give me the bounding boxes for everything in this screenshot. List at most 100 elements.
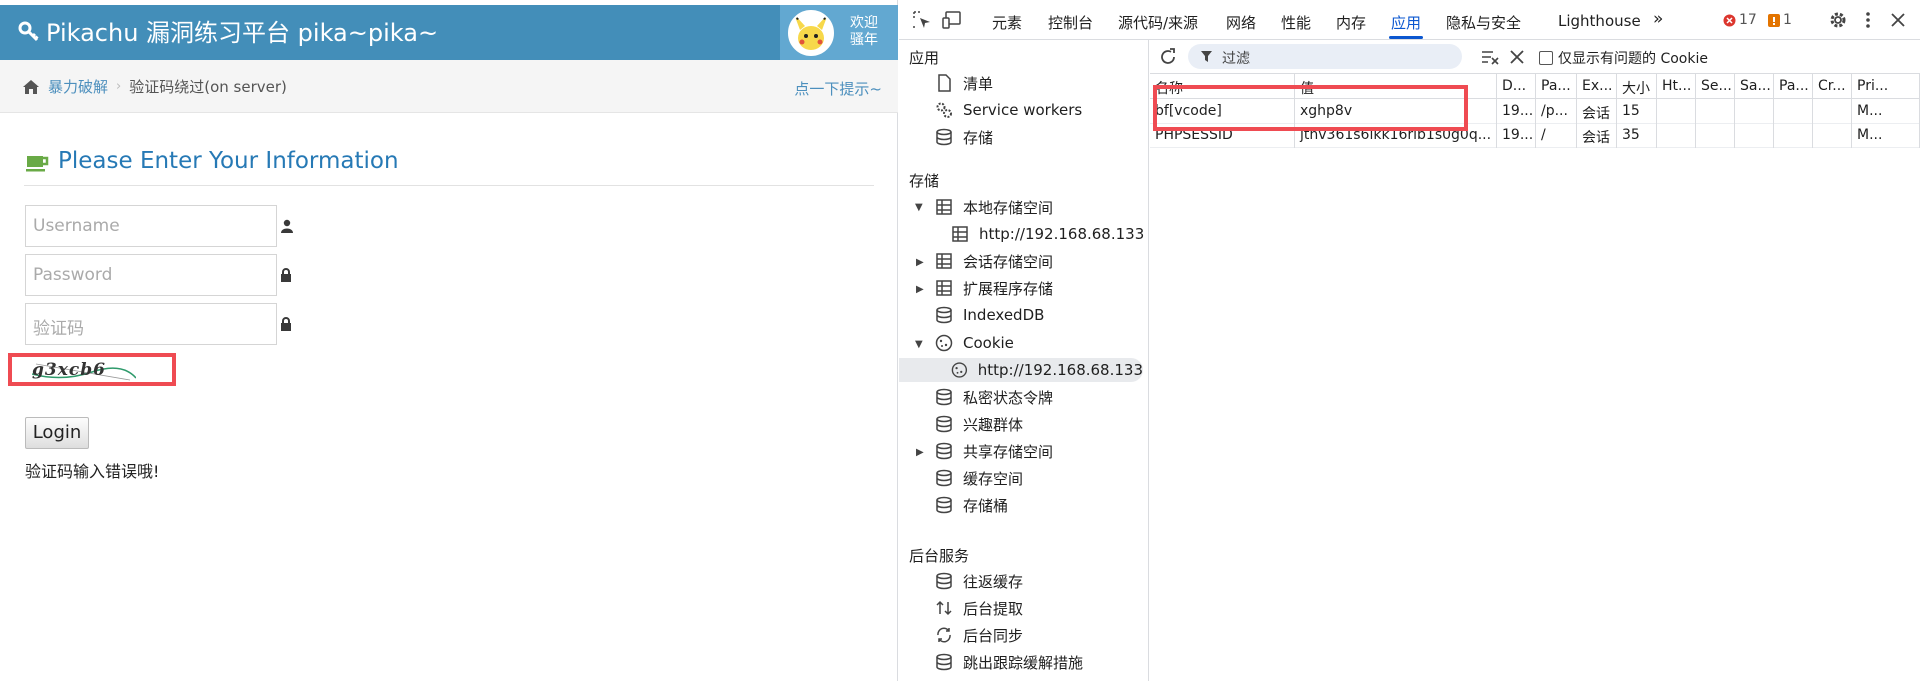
column-header-secure[interactable]: Se... xyxy=(1696,74,1735,99)
close-devtools-icon[interactable] xyxy=(1887,9,1909,31)
tab-elements[interactable]: 元素 xyxy=(992,12,1022,33)
sidebar-item-background-fetch[interactable]: 后台提取 xyxy=(935,596,1023,620)
filter-input[interactable]: 过滤 xyxy=(1188,44,1462,69)
sidebar-item-local-storage[interactable]: 本地存储空间 xyxy=(935,195,1053,219)
captcha-text: g3xcb6 xyxy=(32,360,106,380)
username-input[interactable]: Username xyxy=(25,205,277,247)
swap-arrows-icon xyxy=(936,600,952,616)
column-header-expires[interactable]: Ex... xyxy=(1577,74,1617,99)
brand[interactable]: Pikachu 漏洞练习平台 pika~pika~ xyxy=(18,13,438,48)
error-badge[interactable]: 17 xyxy=(1723,12,1757,28)
delete-selected-icon[interactable] xyxy=(1509,49,1525,65)
sidebar-item-interest-groups[interactable]: 兴趣群体 xyxy=(935,412,1023,436)
table-icon xyxy=(936,253,952,269)
page-header: Please Enter Your Information xyxy=(24,148,874,186)
column-header-path[interactable]: Pa... xyxy=(1536,74,1577,99)
sidebar-item-service-workers[interactable]: Service workers xyxy=(935,98,1082,122)
sidebar-item-bfcache[interactable]: 往返缓存 xyxy=(935,569,1023,593)
column-header-samesite[interactable]: Sa... xyxy=(1735,74,1774,99)
more-tabs-icon[interactable]: » xyxy=(1653,9,1663,29)
refresh-icon[interactable] xyxy=(1158,47,1178,67)
inspect-element-icon[interactable] xyxy=(911,9,933,31)
collapsed-arrow-icon[interactable]: ▶ xyxy=(916,284,924,295)
chevron-right-icon: › xyxy=(116,79,122,94)
tab-privacy-security[interactable]: 隐私与安全 xyxy=(1446,12,1521,33)
sidebar-item-label: 存储 xyxy=(963,128,994,147)
cell-secure xyxy=(1696,99,1735,124)
expanded-arrow-icon[interactable]: ▼ xyxy=(915,202,923,213)
sidebar-item-cache-storage[interactable]: 缓存空间 xyxy=(935,466,1023,490)
sidebar-item-bounce-tracking[interactable]: 跳出跟踪缓解措施 xyxy=(935,650,1083,674)
lock-icon xyxy=(281,317,291,331)
clear-filtered-icon[interactable] xyxy=(1480,48,1500,66)
expanded-arrow-icon[interactable]: ▼ xyxy=(915,339,923,350)
cell-size: 35 xyxy=(1617,123,1657,148)
device-toggle-icon[interactable] xyxy=(941,9,963,31)
checkbox[interactable] xyxy=(1539,51,1553,65)
sidebar-item-extension-storage[interactable]: 扩展程序存储 xyxy=(935,276,1053,300)
collapsed-arrow-icon[interactable]: ▶ xyxy=(916,257,924,268)
sidebar-item-label: http://192.168.68.133 xyxy=(977,361,1143,379)
settings-gear-icon[interactable] xyxy=(1827,9,1849,31)
password-input[interactable]: Password xyxy=(25,254,277,296)
column-header-httponly[interactable]: Ht... xyxy=(1657,74,1696,99)
devtools-toolbar: 元素 控制台 源代码/来源 网络 性能 内存 应用 隐私与安全 Lighthou… xyxy=(899,0,1920,40)
sidebar-item-private-state-tokens[interactable]: 私密状态令牌 xyxy=(935,385,1053,409)
sidebar-item-indexeddb[interactable]: IndexedDB xyxy=(935,303,1044,327)
sidebar-item-storage[interactable]: 存储 xyxy=(935,125,993,149)
breadcrumb: 暴力破解 › 验证码绕过(on server) 点一下提示~ xyxy=(0,60,898,113)
tab-memory[interactable]: 内存 xyxy=(1336,12,1366,33)
column-header-cross-site[interactable]: Cr... xyxy=(1813,74,1852,99)
breadcrumb-parent[interactable]: 暴力破解 xyxy=(48,76,108,97)
captcha-image[interactable]: g3xcb6 xyxy=(32,360,136,382)
cell-priority: M... xyxy=(1852,99,1920,124)
sidebar-item-label: 清单 xyxy=(963,74,994,93)
sidebar-item-cookie-origin[interactable]: http://192.168.68.133 xyxy=(899,358,1143,382)
vcode-input[interactable]: 验证码 xyxy=(25,303,277,345)
error-count: 17 xyxy=(1739,12,1757,28)
tab-sources[interactable]: 源代码/来源 xyxy=(1118,12,1198,33)
more-options-icon[interactable] xyxy=(1857,9,1879,31)
sidebar-item-storage-buckets[interactable]: 存储桶 xyxy=(935,493,1008,517)
column-header-size[interactable]: 大小 xyxy=(1617,74,1657,99)
hint-link[interactable]: 点一下提示~ xyxy=(794,78,882,99)
welcome-line-1: 欢迎 xyxy=(850,15,878,31)
sidebar-item-label: IndexedDB xyxy=(963,306,1045,324)
tab-application[interactable]: 应用 xyxy=(1388,12,1424,39)
cell-samesite xyxy=(1735,99,1774,124)
error-icon xyxy=(1723,14,1736,26)
sidebar-item-cookie[interactable]: Cookie xyxy=(935,331,1014,355)
sidebar-item-local-origin[interactable]: http://192.168.68.133 xyxy=(951,222,1144,246)
cell-cross-site xyxy=(1813,123,1852,148)
lock-icon xyxy=(281,268,291,282)
sidebar-item-label: 扩展程序存储 xyxy=(963,279,1054,298)
cell-domain: 19... xyxy=(1497,123,1536,148)
sidebar-item-session-storage[interactable]: 会话存储空间 xyxy=(935,249,1053,273)
collapsed-arrow-icon[interactable]: ▶ xyxy=(916,447,924,458)
tab-lighthouse[interactable]: Lighthouse xyxy=(1558,12,1641,30)
tab-console[interactable]: 控制台 xyxy=(1048,12,1093,33)
cookie-highlight xyxy=(1153,85,1468,131)
section-storage: 存储 xyxy=(909,172,940,190)
column-header-partition-key[interactable]: Pa... xyxy=(1774,74,1813,99)
cell-expires: 会话 xyxy=(1577,99,1617,124)
section-background-services: 后台服务 xyxy=(909,547,970,565)
tab-performance[interactable]: 性能 xyxy=(1281,12,1311,33)
table-icon xyxy=(936,280,952,296)
sidebar-item-shared-storage[interactable]: 共享存储空间 xyxy=(935,439,1053,463)
login-button[interactable]: Login xyxy=(25,417,89,449)
database-icon xyxy=(936,496,952,514)
only-issues-toggle[interactable]: 仅显示有问题的 Cookie xyxy=(1539,48,1708,68)
cell-size: 15 xyxy=(1617,99,1657,124)
tab-network[interactable]: 网络 xyxy=(1226,12,1256,33)
sidebar-item-background-sync[interactable]: 后台同步 xyxy=(935,623,1023,647)
warning-badge[interactable]: 1 xyxy=(1768,12,1792,28)
sidebar-item-manifest[interactable]: 清单 xyxy=(935,71,993,95)
column-header-priority[interactable]: Pri... xyxy=(1852,74,1920,99)
devtools: 元素 控制台 源代码/来源 网络 性能 内存 应用 隐私与安全 Lighthou… xyxy=(899,0,1920,681)
database-icon xyxy=(936,572,952,590)
column-header-domain[interactable]: D... xyxy=(1497,74,1536,99)
user-menu[interactable]: 欢迎 骚年 xyxy=(780,5,898,60)
pikachu-page: Pikachu 漏洞练习平台 pika~pika~ 欢迎 骚年 暴力破解 › 验证… xyxy=(0,0,898,681)
sidebar-item-label: 会话存储空间 xyxy=(963,252,1054,271)
